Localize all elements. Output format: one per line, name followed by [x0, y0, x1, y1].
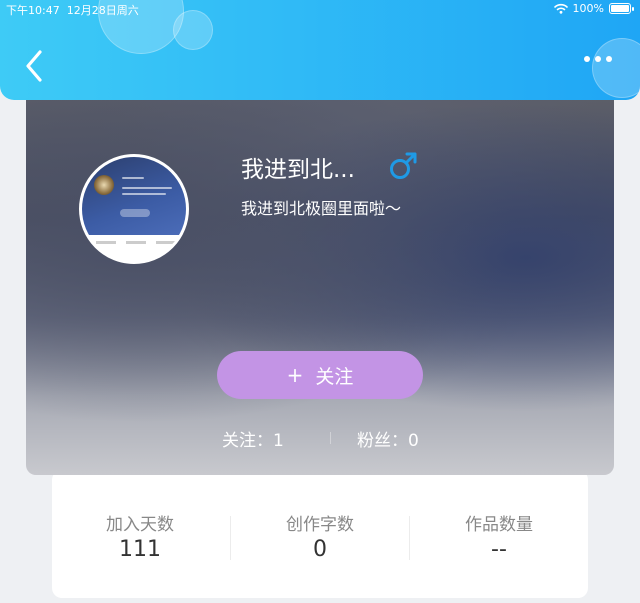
more-dot [595, 56, 601, 62]
nickname: 我进到北... [241, 157, 355, 183]
plus-icon: + [286, 363, 304, 387]
following-count[interactable]: 关注：1 [222, 426, 284, 451]
stat-label: 加入天数 [106, 515, 174, 535]
avatar-line [156, 241, 176, 244]
follow-stats: 关注：1 粉丝：0 [26, 426, 614, 451]
stats-card: 加入天数 111 创作字数 0 作品数量 -- [52, 470, 588, 598]
avatar-line [122, 177, 144, 179]
chevron-left-icon [26, 50, 42, 82]
decor-bubble [592, 38, 640, 98]
avatar-line [96, 241, 116, 244]
more-dot [584, 56, 590, 62]
male-gender-icon [390, 152, 417, 179]
fans-count[interactable]: 粉丝：0 [357, 426, 419, 451]
more-button[interactable] [584, 56, 612, 62]
stat-value: -- [491, 537, 507, 562]
stat-word-count: 创作字数 0 [232, 510, 408, 562]
more-dot [606, 56, 612, 62]
status-bar: 下午10:47 12月28日周六 100% [0, 0, 640, 18]
follow-button[interactable]: + 关注 [217, 351, 423, 399]
stat-label: 创作字数 [286, 515, 354, 535]
status-left: 下午10:47 12月28日周六 [6, 2, 139, 18]
battery-tip [632, 6, 634, 11]
avatar[interactable] [79, 154, 189, 264]
battery-icon [609, 3, 631, 14]
status-date: 12月28日周六 [66, 4, 139, 17]
stat-works-count: 作品数量 -- [411, 510, 587, 562]
avatar-logo-icon [94, 175, 114, 195]
status-time: 下午10:47 [6, 4, 60, 17]
stat-value: 0 [313, 537, 327, 562]
stat-join-days: 加入天数 111 [52, 510, 228, 562]
bio: 我进到北极圈里面啦～ [241, 199, 402, 218]
back-button[interactable] [22, 48, 46, 84]
stat-value: 111 [119, 537, 161, 562]
avatar-button-shape [120, 209, 150, 217]
avatar-line [122, 193, 166, 195]
wifi-icon [553, 3, 568, 14]
follow-stats-divider [330, 432, 331, 444]
avatar-line [122, 187, 172, 189]
stat-divider [230, 516, 231, 560]
follow-label: 关注 [315, 365, 354, 388]
avatar-image-top [82, 157, 186, 235]
avatar-line [126, 241, 146, 244]
avatar-image-bottom [82, 235, 186, 261]
status-right: 100% [553, 2, 634, 15]
stat-divider [409, 516, 410, 560]
stat-label: 作品数量 [465, 515, 533, 535]
battery-percent: 100% [572, 2, 604, 15]
profile-card: 我进到北... 我进到北极圈里面啦～ + 关注 关注：1 粉丝：0 [26, 80, 614, 475]
top-header: 下午10:47 12月28日周六 100% [0, 0, 640, 100]
